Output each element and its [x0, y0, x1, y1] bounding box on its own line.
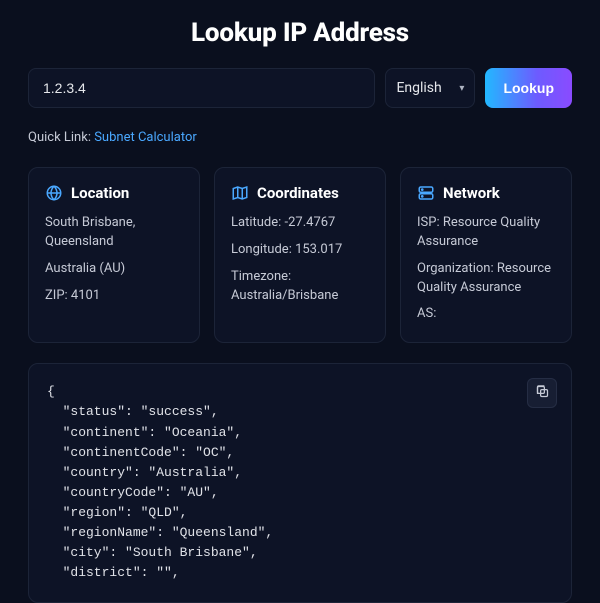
location-card-title: Location [71, 184, 129, 202]
location-country: Australia (AU) [45, 260, 183, 279]
lookup-button[interactable]: Lookup [485, 68, 572, 108]
coordinates-tz: Timezone: Australia/Brisbane [231, 268, 369, 306]
chevron-down-icon: ▾ [459, 83, 464, 94]
network-isp: ISP: Resource Quality Assurance [417, 214, 555, 252]
json-response-panel: { "status": "success", "continent": "Oce… [28, 363, 572, 602]
page-title: Lookup IP Address [28, 0, 572, 68]
location-zip: ZIP: 4101 [45, 287, 183, 306]
json-response-text: { "status": "success", "continent": "Oce… [47, 382, 553, 583]
coordinates-lon: Longitude: 153.017 [231, 241, 369, 260]
network-card-title: Network [443, 184, 500, 202]
network-card: Network ISP: Resource Quality Assurance … [400, 167, 572, 343]
network-org: Organization: Resource Quality Assurance [417, 260, 555, 298]
quick-link-label: Quick Link: [28, 130, 91, 145]
coordinates-card: Coordinates Latitude: -27.4767 Longitude… [214, 167, 386, 343]
coordinates-lat: Latitude: -27.4767 [231, 214, 369, 233]
server-icon [417, 184, 435, 202]
copy-icon [535, 384, 550, 403]
location-card: Location South Brisbane, Queensland Aust… [28, 167, 200, 343]
quick-link-row: Quick Link: Subnet Calculator [28, 130, 572, 145]
cards-row: Location South Brisbane, Queensland Aust… [28, 167, 572, 343]
coordinates-card-title: Coordinates [257, 184, 339, 202]
ip-input[interactable] [28, 68, 375, 108]
location-city-region: South Brisbane, Queensland [45, 214, 183, 252]
network-as: AS: [417, 305, 555, 324]
language-select-value: English [396, 80, 441, 96]
language-select[interactable]: English ▾ [385, 68, 475, 108]
globe-icon [45, 184, 63, 202]
map-icon [231, 184, 249, 202]
subnet-calculator-link[interactable]: Subnet Calculator [94, 130, 197, 145]
copy-button[interactable] [527, 378, 557, 408]
search-row: English ▾ Lookup [28, 68, 572, 108]
